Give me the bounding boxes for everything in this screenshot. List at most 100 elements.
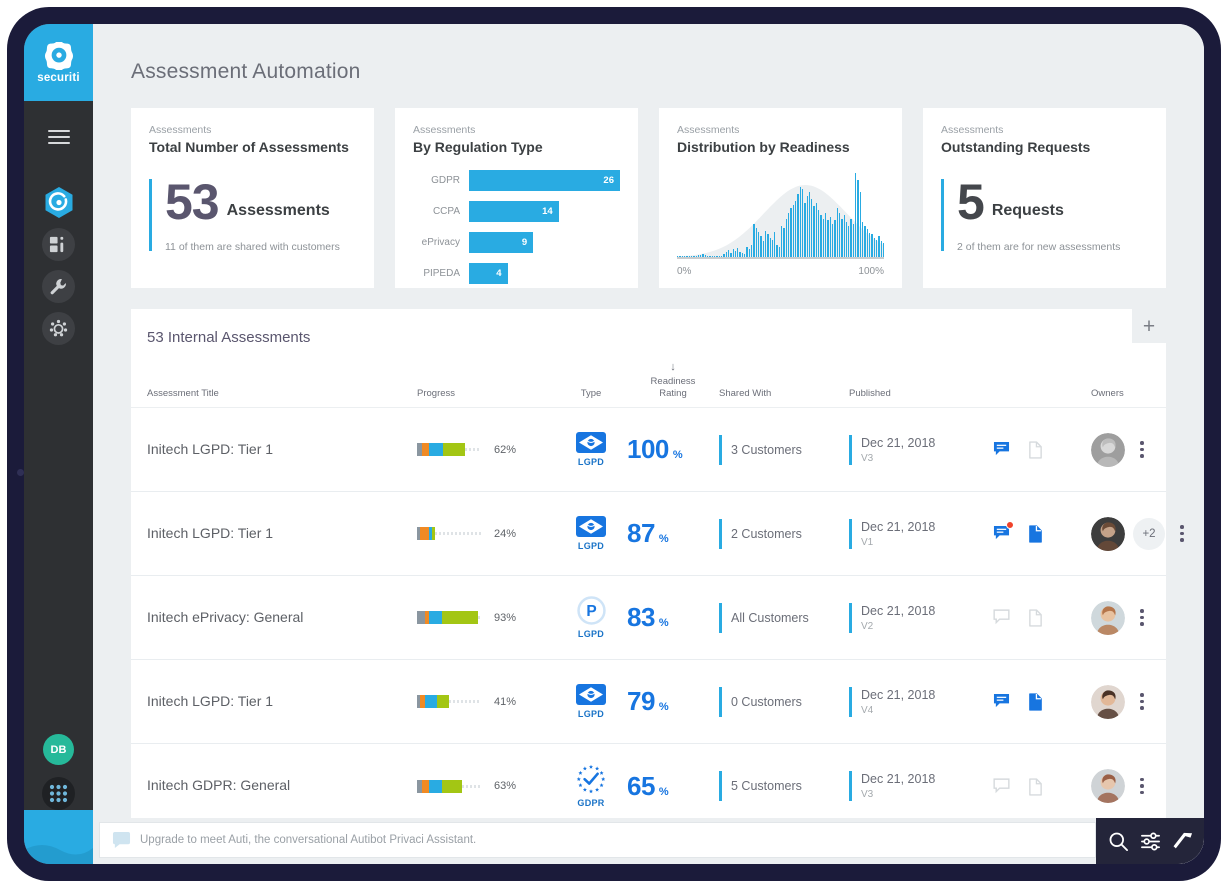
table-row[interactable]: Initech ePrivacy: General 93% P LGPD [131,576,1166,660]
table-row[interactable]: Initech LGPD: Tier 1 41% LGPD [131,660,1166,744]
shared-with-text: 0 Customers [731,695,802,709]
comment-indicator[interactable] [993,778,1010,795]
cell-actions [989,693,1085,710]
kpi-subtext: 2 of them are for new assessments [957,241,1148,253]
histogram-bar [871,234,872,257]
column-header-published[interactable]: Published [849,388,989,399]
user-avatar-initials[interactable]: DB [43,734,74,765]
sidebar-item-privaci[interactable] [42,186,75,219]
document-indicator[interactable] [1028,693,1045,710]
card-eyebrow: Assessments [677,124,884,136]
table-row[interactable]: Initech LGPD: Tier 1 62% LGPD [131,408,1166,492]
search-icon[interactable] [1108,831,1129,852]
histogram-axis [677,257,884,259]
sidebar-item-settings[interactable] [42,312,75,345]
cell-assessment-title[interactable]: Initech LGPD: Tier 1 [147,525,417,543]
cell-actions [989,441,1085,458]
cell-type: LGPD [555,432,627,467]
owner-avatar[interactable] [1091,433,1125,467]
histogram-bar [774,232,775,257]
cell-assessment-title[interactable]: Initech GDPR: General [147,777,417,795]
published-date: Dec 21, 2018 [861,604,989,618]
hamburger-icon[interactable] [48,130,70,144]
sidebar: securiti [24,24,93,864]
owner-avatar[interactable] [1091,517,1125,551]
histogram-bar [770,238,771,257]
comment-indicator[interactable] [993,609,1010,626]
bar-row: ePrivacy9 [413,231,620,254]
progress-segment [429,443,443,456]
card-title: Total Number of Assessments [149,139,356,155]
add-assessment-button[interactable]: + [1132,309,1166,343]
document-indicator[interactable] [1028,441,1045,458]
histogram-bar [837,208,838,257]
card-outstanding-requests: Assessments Outstanding Requests 5 Reque… [923,108,1166,288]
document-indicator[interactable] [1028,609,1045,626]
securiti-logo-icon [45,42,73,70]
row-menu-button[interactable] [1133,778,1151,795]
owner-avatar[interactable] [1091,601,1125,635]
histogram-bar [839,213,840,257]
comment-indicator[interactable] [993,525,1010,542]
avatar-man-1 [1091,517,1125,551]
row-menu-button[interactable] [1133,609,1151,626]
column-header-type[interactable]: Type [555,388,627,399]
column-header-readiness-rating[interactable]: ↓ Readiness Rating [627,362,719,399]
progress-segment [429,780,442,793]
progress-segment [442,780,462,793]
sidebar-item-dashboard[interactable] [42,228,75,261]
comment-filled-icon [993,693,1010,709]
hammer-icon[interactable] [1172,831,1193,852]
readiness-rating-value: 87 [627,518,655,549]
cell-assessment-title[interactable]: Initech ePrivacy: General [147,609,417,627]
table-row[interactable]: Initech LGPD: Tier 1 24% LGPD [131,492,1166,576]
bar-value: 4 [469,263,508,284]
row-menu-button[interactable] [1133,693,1151,710]
histogram-bar [797,194,798,257]
magnifier-icon [1108,831,1129,852]
lgpd-flag-icon [576,684,606,705]
column-header-owners[interactable]: Owners [1085,388,1148,399]
histogram-bar [795,201,796,257]
cell-assessment-title[interactable]: Initech LGPD: Tier 1 [147,693,417,711]
tablet-bezel: securiti [7,7,1221,881]
document-indicator[interactable] [1028,778,1045,795]
filter-sliders-icon[interactable] [1140,831,1161,852]
bar-track: 9 [469,232,620,253]
progress-percent: 41% [494,696,516,708]
cell-published: Dec 21, 2018 V1 [849,520,989,548]
owner-avatar[interactable] [1091,769,1125,803]
histogram-bar [793,205,794,258]
progress-bar [417,443,481,456]
column-header-shared-with[interactable]: Shared With [719,388,849,399]
histogram-bars [677,173,884,257]
additional-owners-badge[interactable]: +2 [1133,518,1165,550]
sidebar-item-tools[interactable] [42,270,75,303]
published-version: V2 [861,621,989,632]
cell-actions [989,525,1085,542]
app-grid-icon[interactable] [42,777,75,810]
row-menu-button[interactable] [1133,441,1151,458]
progress-segment [422,443,429,456]
histogram-bar [800,187,801,257]
document-indicator[interactable] [1028,525,1045,542]
row-menu-button[interactable] [1173,525,1191,542]
assistant-input[interactable]: Upgrade to meet Auti, the conversational… [99,822,1096,858]
comment-indicator[interactable] [993,693,1010,710]
owner-avatar[interactable] [1091,685,1125,719]
column-header-assessment-title[interactable]: Assessment Title [147,388,417,399]
panel-header: 53 Internal Assessments + [131,309,1166,346]
type-label: LGPD [578,541,604,551]
assessments-table-body: Initech LGPD: Tier 1 62% LGPD [131,408,1166,828]
cell-readiness-rating: 83 % [627,602,719,633]
progress-percent: 93% [494,612,516,624]
bar-track: 4 [469,263,620,284]
build-hammer-icon [1172,831,1193,852]
table-row[interactable]: Initech GDPR: General 63% GDPR [131,744,1166,828]
avatar-man-2 [1091,601,1125,635]
comment-indicator[interactable] [993,441,1010,458]
histogram-bar [802,189,803,257]
brand-logo[interactable]: securiti [24,24,93,101]
column-header-progress[interactable]: Progress [417,388,555,399]
cell-assessment-title[interactable]: Initech LGPD: Tier 1 [147,441,417,459]
